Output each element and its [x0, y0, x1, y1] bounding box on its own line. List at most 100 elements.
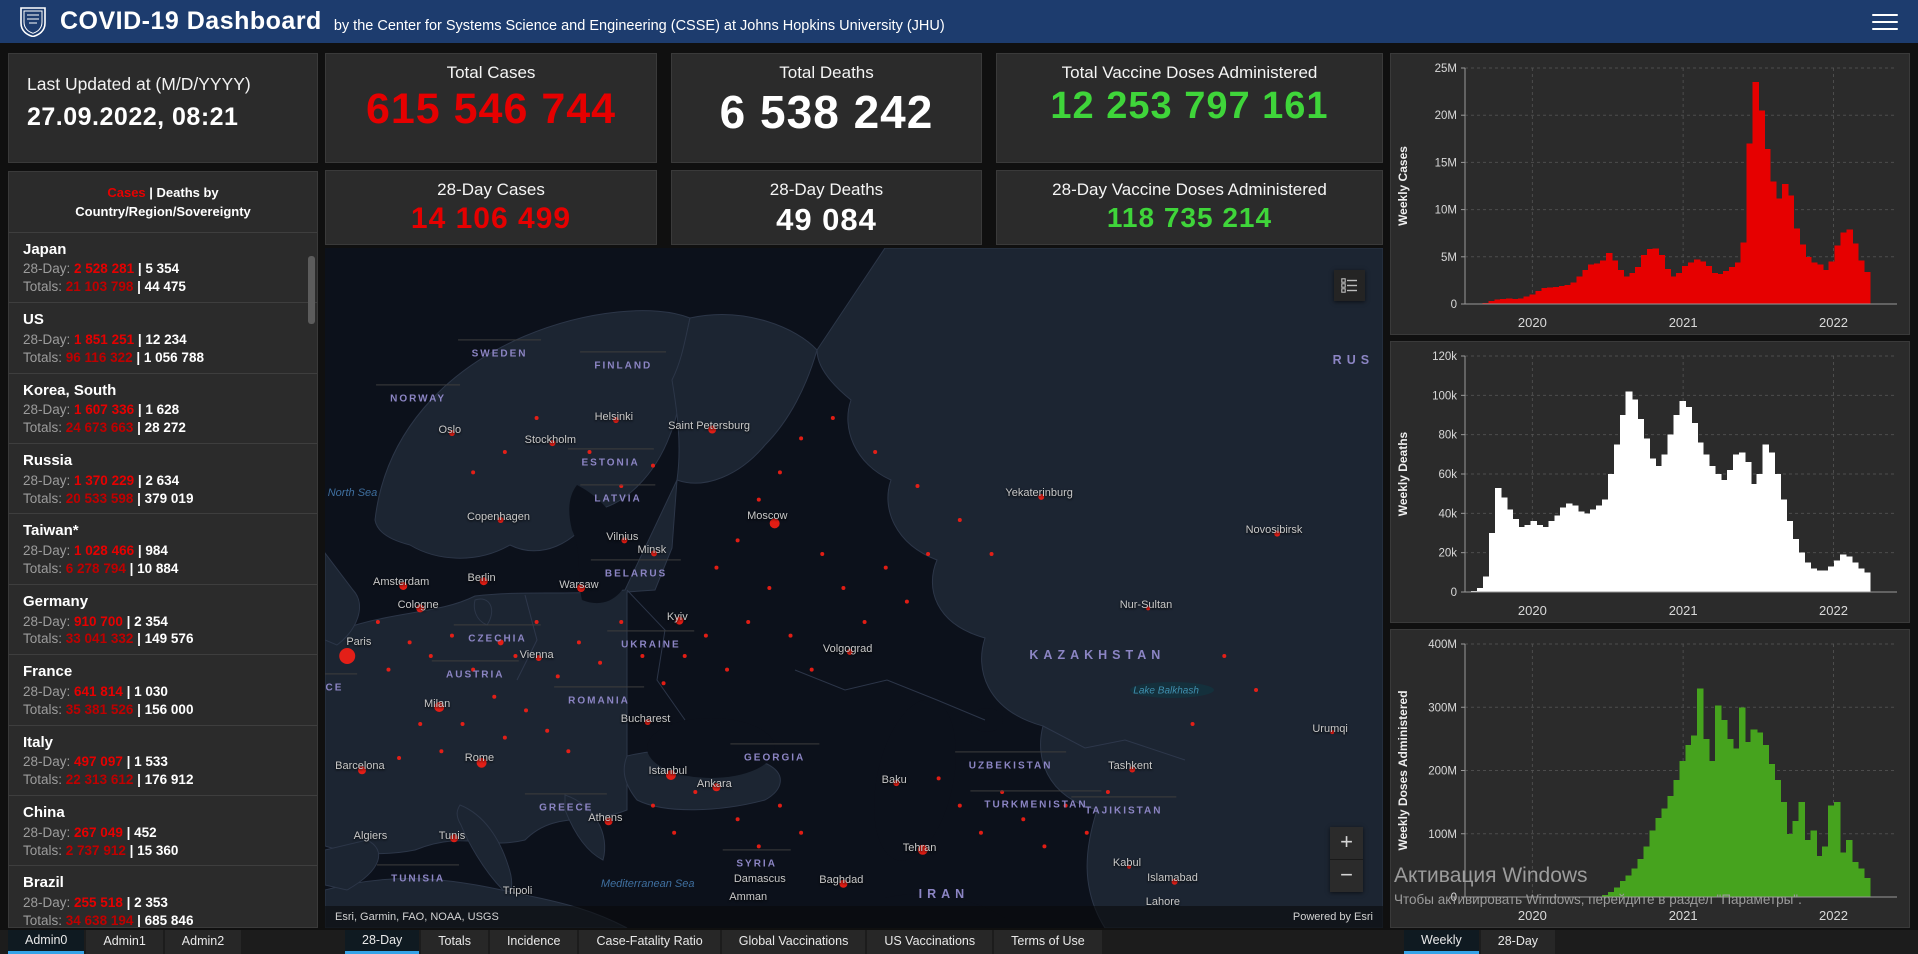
case-dot[interactable] [497, 517, 504, 523]
case-dot[interactable] [418, 722, 423, 726]
case-dot[interactable] [471, 667, 476, 672]
case-dot[interactable] [661, 681, 666, 686]
case-dot[interactable] [479, 577, 488, 586]
case-dot[interactable] [1190, 722, 1195, 726]
tab-case-fatality-ratio[interactable]: Case-Fatality Ratio [579, 930, 720, 954]
case-dot[interactable] [714, 565, 719, 570]
case-dot[interactable] [883, 565, 888, 570]
case-dot[interactable] [502, 735, 507, 740]
case-dot[interactable] [407, 640, 412, 645]
tab-admin2[interactable]: Admin2 [164, 930, 242, 954]
case-dot[interactable] [386, 667, 391, 672]
case-dot[interactable] [1254, 688, 1259, 692]
case-dot[interactable] [767, 586, 772, 590]
case-dot[interactable] [492, 694, 497, 699]
case-dot[interactable] [756, 497, 761, 502]
country-row[interactable]: US 28-Day: 1 851 251 | 12 234 Totals: 96 1… [9, 302, 317, 372]
case-dot[interactable] [534, 416, 539, 420]
case-dot[interactable] [502, 450, 507, 454]
menu-icon[interactable] [1872, 9, 1898, 35]
case-dot[interactable] [957, 803, 962, 808]
country-row[interactable]: France 28-Day: 641 814 | 1 030 Totals: 35 … [9, 654, 317, 724]
case-dot[interactable] [1063, 803, 1068, 808]
case-dot[interactable] [497, 639, 504, 646]
case-dot[interactable] [450, 834, 459, 843]
case-dot[interactable] [788, 633, 793, 638]
case-dot[interactable] [534, 620, 539, 624]
tab-weekly[interactable]: Weekly [1404, 930, 1479, 954]
case-dot[interactable] [693, 790, 698, 794]
case-dot[interactable] [1129, 766, 1136, 773]
case-dot[interactable] [644, 718, 651, 725]
country-row[interactable]: Italy 28-Day: 497 097 | 1 533 Totals: 22 3… [9, 724, 317, 795]
case-dot[interactable] [549, 440, 556, 447]
world-map[interactable]: SWEDEN FINLAND NORWAY ESTONIA LATVIA BELARUS U… [325, 248, 1383, 928]
case-dot[interactable] [978, 830, 983, 835]
case-dot[interactable] [936, 776, 941, 781]
powered-by-esri[interactable]: Powered by Esri [1293, 911, 1373, 923]
case-dot[interactable] [809, 667, 814, 672]
country-row[interactable]: Brazil 28-Day: 255 518 | 2 353 Totals: 34 … [9, 865, 317, 927]
case-dot[interactable] [640, 654, 645, 658]
case-dot[interactable] [619, 484, 624, 488]
case-dot[interactable] [1146, 606, 1151, 611]
case-dot[interactable] [621, 537, 628, 544]
case-dot[interactable] [777, 470, 782, 475]
country-row[interactable]: China 28-Day: 267 049 | 452 Totals: 2 737 … [9, 795, 317, 865]
case-dot[interactable] [904, 599, 909, 604]
case-dot[interactable] [841, 586, 846, 590]
case-dot[interactable] [735, 538, 740, 543]
case-dot[interactable] [746, 620, 751, 624]
case-dot[interactable] [555, 674, 560, 679]
case-dot[interactable] [1038, 493, 1045, 500]
case-dot[interactable] [1105, 790, 1110, 794]
case-dot[interactable] [769, 518, 780, 529]
case-dot[interactable] [1042, 844, 1047, 849]
case-dot[interactable] [587, 450, 592, 454]
case-dot[interactable] [651, 550, 658, 557]
case-dot[interactable] [576, 640, 581, 645]
case-dot[interactable] [577, 584, 586, 592]
case-dot[interactable] [566, 749, 571, 754]
case-dot[interactable] [799, 830, 804, 835]
case-dot[interactable] [1330, 730, 1335, 735]
tab-us-vaccinations[interactable]: US Vaccinations [867, 930, 993, 954]
case-dot[interactable] [524, 708, 529, 713]
case-dot[interactable] [839, 879, 848, 888]
case-dot[interactable] [460, 722, 465, 726]
case-dot[interactable] [820, 552, 825, 556]
case-dot[interactable] [612, 417, 619, 424]
case-dot[interactable] [513, 654, 518, 658]
case-dot[interactable] [873, 450, 878, 454]
case-dot[interactable] [471, 470, 476, 475]
country-row[interactable]: Russia 28-Day: 1 370 229 | 2 634 Totals: 2… [9, 442, 317, 513]
country-row[interactable]: Germany 28-Day: 910 700 | 2 354 Totals: 33… [9, 583, 317, 654]
case-dot[interactable] [339, 648, 356, 664]
case-dot[interactable] [650, 463, 655, 468]
country-row[interactable]: Korea, South 28-Day: 1 607 336 | 1 628 Tot… [9, 372, 317, 443]
case-dot[interactable] [917, 844, 928, 855]
tab-28-day[interactable]: 28-Day [345, 930, 420, 954]
case-dot[interactable] [1000, 790, 1005, 794]
tab-global-vaccinations[interactable]: Global Vaccinations [721, 930, 866, 954]
case-dot[interactable] [893, 780, 900, 787]
case-dot[interactable] [735, 817, 740, 822]
case-dot[interactable] [439, 749, 444, 754]
case-dot[interactable] [1127, 864, 1132, 869]
case-dot[interactable] [449, 633, 454, 638]
case-dot[interactable] [650, 803, 655, 808]
case-dot[interactable] [399, 581, 408, 590]
case-dot[interactable] [476, 757, 487, 768]
case-dot[interactable] [830, 416, 835, 420]
case-dot[interactable] [756, 844, 761, 849]
zoom-in-button[interactable]: + [1330, 827, 1363, 860]
case-dot[interactable] [434, 702, 445, 712]
case-dot[interactable] [665, 770, 676, 780]
case-dot[interactable] [1222, 654, 1227, 658]
zoom-out-button[interactable]: − [1330, 860, 1363, 892]
case-dot[interactable] [545, 728, 550, 733]
case-dot[interactable] [1274, 530, 1281, 537]
case-dot[interactable] [675, 616, 684, 625]
case-dot[interactable] [682, 654, 687, 658]
tab-totals[interactable]: Totals [421, 930, 488, 954]
